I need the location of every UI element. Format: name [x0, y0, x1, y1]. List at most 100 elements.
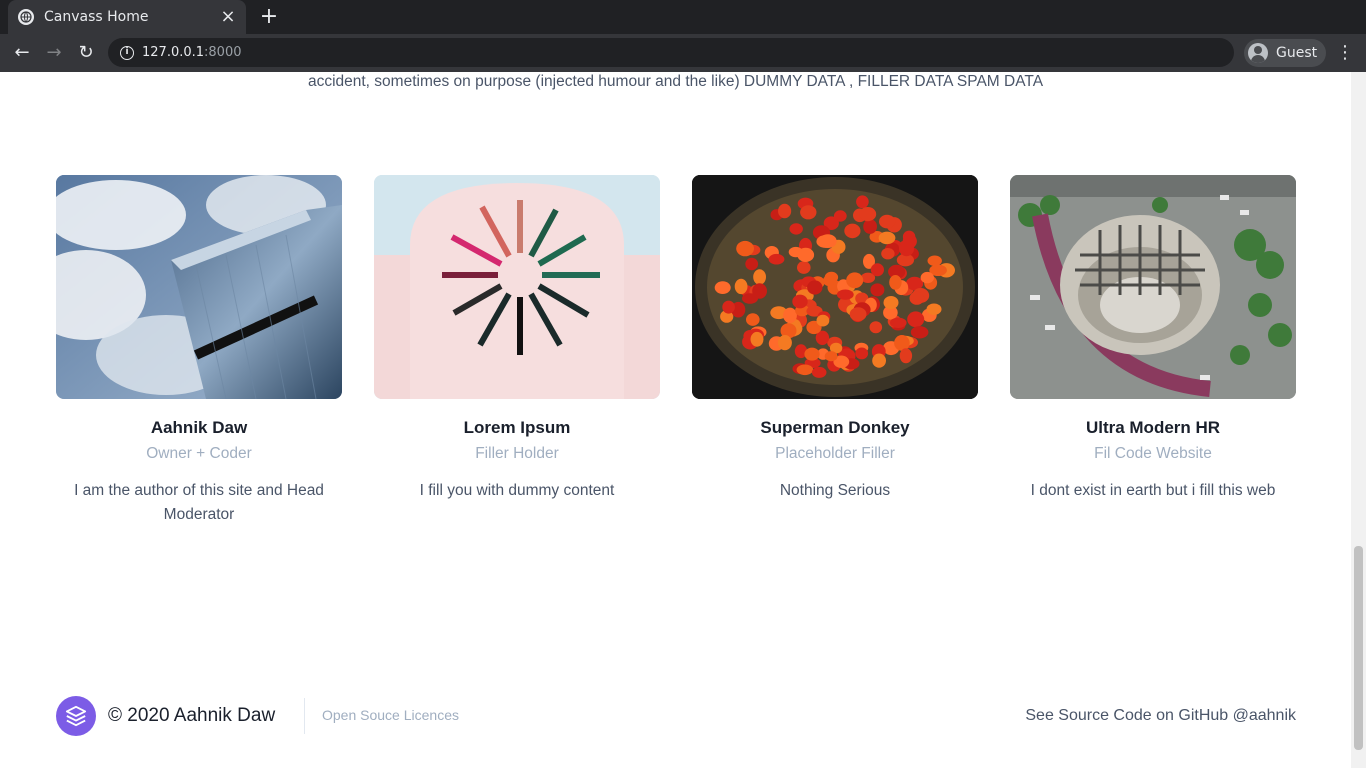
team-card: Superman Donkey Placeholder Filler Nothi…	[692, 175, 978, 503]
intro-text: accident, sometimes on purpose (injected…	[307, 73, 1044, 90]
team-card: Aahnik Daw Owner + Coder I am the author…	[56, 175, 342, 527]
tomato-shape	[879, 214, 896, 229]
tomato-shape	[899, 348, 913, 364]
tomato-shape	[800, 205, 817, 220]
page-viewport: accident, sometimes on purpose (injected…	[0, 72, 1351, 768]
forward-button[interactable]: →	[42, 41, 66, 65]
tomato-shape	[849, 307, 867, 322]
tomato-shape	[844, 223, 861, 239]
tomato-shape	[910, 326, 929, 339]
tomato-shape	[804, 347, 820, 361]
tomato-shape	[927, 255, 942, 267]
tomato-shape	[870, 283, 885, 297]
team-image	[692, 175, 978, 399]
team-name: Aahnik Daw	[150, 418, 248, 437]
tomato-shape	[714, 281, 731, 294]
scrollbar-thumb[interactable]	[1354, 546, 1363, 750]
new-tab-button[interactable]: +	[258, 6, 280, 28]
team-desc: I fill you with dummy content	[419, 482, 615, 499]
tomato-shape	[745, 257, 759, 271]
tomato-shape	[797, 261, 811, 274]
team-role: Filler Holder	[475, 445, 559, 462]
tomato-shape	[734, 278, 748, 295]
tomato-shape	[878, 231, 896, 245]
team-image	[56, 175, 342, 399]
tomato-shape	[869, 321, 883, 334]
tomato-shape	[736, 240, 754, 257]
team-role: Placeholder Filler	[775, 445, 895, 462]
tomato-shape	[890, 317, 907, 328]
team-role: Fil Code Website	[1094, 445, 1212, 462]
tomato-shape	[811, 366, 827, 378]
tomato-shape	[777, 335, 792, 351]
tomato-shape	[883, 296, 899, 310]
tomato-shape	[855, 347, 869, 360]
tomato-shape	[899, 241, 914, 257]
tomato-shape	[789, 223, 803, 235]
source-code-link[interactable]: See Source Code on GitHub @aahnik	[1025, 707, 1296, 725]
team-image	[374, 175, 660, 399]
profile-label: Guest	[1276, 45, 1318, 61]
tomato-shape	[846, 272, 864, 289]
tomato-shape	[926, 303, 942, 315]
tomato-shape	[746, 313, 760, 326]
tomato-shape	[816, 235, 835, 248]
team-desc: I dont exist in earth but i fill this we…	[1030, 482, 1276, 499]
team-card: Lorem Ipsum Filler Holder I fill you wit…	[374, 175, 660, 503]
tomato-shape	[872, 353, 886, 368]
browser-toolbar: ← → ↻ i 127.0.0.1:8000 Guest ⋮	[0, 34, 1366, 72]
reload-button[interactable]: ↻	[74, 41, 98, 65]
team-image	[1010, 175, 1296, 399]
tomato-shape	[816, 314, 830, 327]
tomato-shape	[752, 283, 767, 299]
tomato-shape	[856, 195, 869, 209]
address-bar[interactable]: i 127.0.0.1:8000	[108, 38, 1234, 67]
tomato-shape	[807, 280, 823, 295]
tomato-shape	[722, 300, 735, 314]
avatar-icon	[1248, 43, 1268, 63]
tomato-shape	[796, 364, 814, 376]
tomato-shape	[881, 248, 895, 260]
browser-tabbar: Canvass Home × +	[0, 0, 1366, 34]
url-port: :8000	[204, 45, 242, 60]
team-desc: Nothing Serious	[779, 482, 891, 499]
tomato-shape	[870, 263, 884, 277]
team-name: Superman Donkey	[760, 418, 910, 437]
back-button[interactable]: ←	[10, 41, 34, 65]
url-host: 127.0.0.1	[142, 45, 205, 60]
scrollbar[interactable]	[1351, 72, 1366, 768]
tomato-shape	[894, 335, 910, 351]
info-icon[interactable]: i	[120, 45, 134, 60]
tomato-shape	[823, 275, 836, 287]
tomato-shape	[909, 291, 925, 305]
globe-icon	[18, 9, 34, 25]
tomato-shape	[797, 247, 815, 262]
team-card: Ultra Modern HR Fil Code Website I dont …	[1010, 175, 1296, 503]
tomato-shape	[792, 294, 808, 309]
tomato-shape	[778, 203, 792, 219]
tomato-shape	[753, 269, 766, 285]
footer-copyright: © 2020 Aahnik Daw	[108, 705, 276, 726]
profile-button[interactable]: Guest	[1244, 39, 1326, 67]
tomato-shape	[824, 351, 838, 362]
footer-divider	[304, 698, 305, 734]
tomato-shape	[750, 331, 764, 347]
tomato-shape	[920, 271, 934, 284]
tomato-shape	[859, 207, 877, 222]
team-name: Lorem Ipsum	[463, 418, 571, 437]
close-tab-icon[interactable]: ×	[220, 8, 236, 26]
tab-title: Canvass Home	[44, 9, 149, 25]
tomato-shape	[907, 311, 925, 328]
browser-tab[interactable]: Canvass Home ×	[8, 0, 246, 34]
tomato-shape	[768, 253, 785, 265]
licences-link[interactable]: Open Souce Licences	[322, 707, 459, 723]
team-desc: I am the author of this site and Head Mo…	[74, 482, 324, 523]
tomato-shape	[863, 219, 877, 234]
tomato-shape	[783, 307, 797, 324]
menu-icon[interactable]: ⋮	[1336, 41, 1354, 65]
tomato-shape	[836, 289, 854, 300]
layers-icon[interactable]	[56, 696, 96, 736]
tomato-shape	[889, 275, 902, 290]
team-name: Ultra Modern HR	[1085, 418, 1221, 437]
team-role: Owner + Coder	[146, 445, 252, 462]
